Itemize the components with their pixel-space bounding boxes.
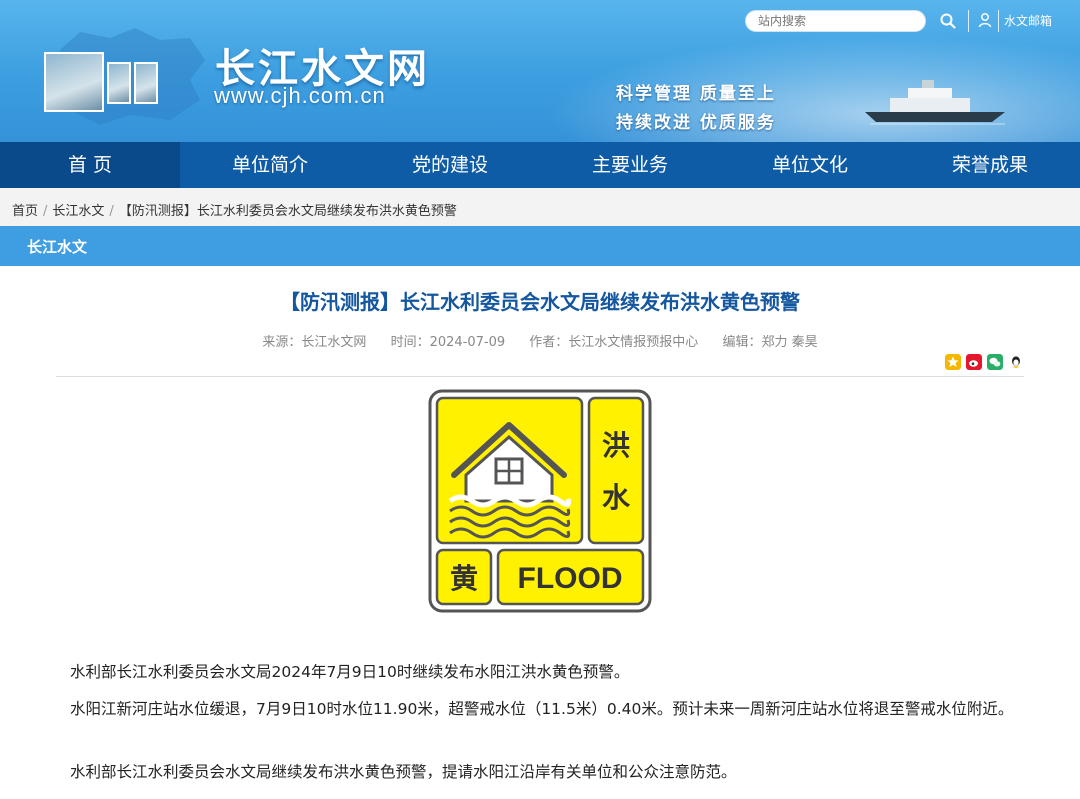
article-meta: 来源：长江水文网 时间：2024-07-09 作者：长江水文情报预报中心 编辑：… bbox=[0, 331, 1080, 350]
article-paragraph: 水利部长江水利委员会水文局继续发布洪水黄色预警，提请水阳江沿岸有关单位和公众注意… bbox=[70, 763, 737, 781]
warning-word: FLOOD bbox=[518, 562, 623, 595]
breadcrumb-current: 【防汛测报】长江水利委员会水文局继续发布洪水黄色预警 bbox=[118, 204, 457, 219]
search-icon[interactable] bbox=[939, 12, 957, 30]
mail-link[interactable]: 水文邮箱 bbox=[1004, 12, 1052, 29]
breadcrumb-home[interactable]: 首页 bbox=[12, 204, 38, 219]
title-divider bbox=[56, 376, 1024, 377]
section-title: 长江水文 bbox=[0, 226, 1080, 266]
share-bar bbox=[945, 354, 1024, 370]
share-qzone-icon[interactable] bbox=[945, 354, 961, 370]
breadcrumb: 首页 / 长江水文 / 【防汛测报】长江水利委员会水文局继续发布洪水黄色预警 bbox=[0, 188, 1080, 226]
photo-strip bbox=[44, 52, 158, 112]
article-source: 来源：长江水文网 bbox=[262, 335, 367, 350]
nav-item-culture[interactable]: 单位文化 bbox=[720, 142, 900, 188]
article-author: 作者：长江水文情报预报中心 bbox=[529, 335, 699, 350]
article-paragraph: 水阳江新河庄站水位缓退，7月9日10时水位11.90米，超警戒水位（11.5米）… bbox=[70, 700, 1014, 718]
breadcrumb-separator: / bbox=[43, 204, 48, 219]
share-qq-icon[interactable] bbox=[1008, 354, 1024, 370]
article-paragraph: 水利部长江水利委员会水文局2024年7月9日10时继续发布水阳江洪水黄色预警。 bbox=[70, 663, 630, 681]
share-wechat-icon[interactable] bbox=[987, 354, 1003, 370]
slogan-line1: 科学管理 质量至上 bbox=[616, 84, 776, 104]
article-editor: 编辑：郑力 秦昊 bbox=[722, 335, 818, 350]
breadcrumb-separator: / bbox=[109, 204, 114, 219]
header-separator bbox=[998, 10, 999, 32]
photo-thumb bbox=[107, 62, 131, 104]
flood-yellow-warning-icon: 洪 水 黄 FLOOD bbox=[428, 389, 652, 613]
breadcrumb-section[interactable]: 长江水文 bbox=[52, 204, 104, 219]
search-input[interactable] bbox=[745, 10, 926, 32]
warning-level-char: 黄 bbox=[450, 562, 478, 595]
boat-photo bbox=[44, 52, 104, 112]
slogan-line2: 持续改进 优质服务 bbox=[616, 113, 776, 133]
nav-item-business[interactable]: 主要业务 bbox=[540, 142, 720, 188]
user-icon[interactable] bbox=[977, 12, 993, 28]
warning-char-bottom: 水 bbox=[602, 481, 631, 514]
warning-char-top: 洪 bbox=[602, 429, 630, 462]
ship-icon bbox=[865, 80, 1005, 125]
nav-item-about[interactable]: 单位简介 bbox=[180, 142, 360, 188]
header-banner: 长江水文网 www.cjh.com.cn 科学管理 质量至上 持续改进 优质服务… bbox=[0, 0, 1080, 142]
main-nav: 首 页 单位简介 党的建设 主要业务 单位文化 荣誉成果 bbox=[0, 142, 1080, 188]
article-time: 时间：2024-07-09 bbox=[390, 335, 506, 350]
site-logo-url[interactable]: www.cjh.com.cn bbox=[214, 83, 386, 109]
share-weibo-icon[interactable] bbox=[966, 354, 982, 370]
header-separator bbox=[968, 10, 969, 32]
nav-item-party[interactable]: 党的建设 bbox=[360, 142, 540, 188]
nav-item-home[interactable]: 首 页 bbox=[0, 142, 180, 188]
article-title: 【防汛测报】长江水利委员会水文局继续发布洪水黄色预警 bbox=[280, 290, 800, 314]
photo-thumb bbox=[134, 62, 158, 104]
nav-item-honors[interactable]: 荣誉成果 bbox=[900, 142, 1080, 188]
